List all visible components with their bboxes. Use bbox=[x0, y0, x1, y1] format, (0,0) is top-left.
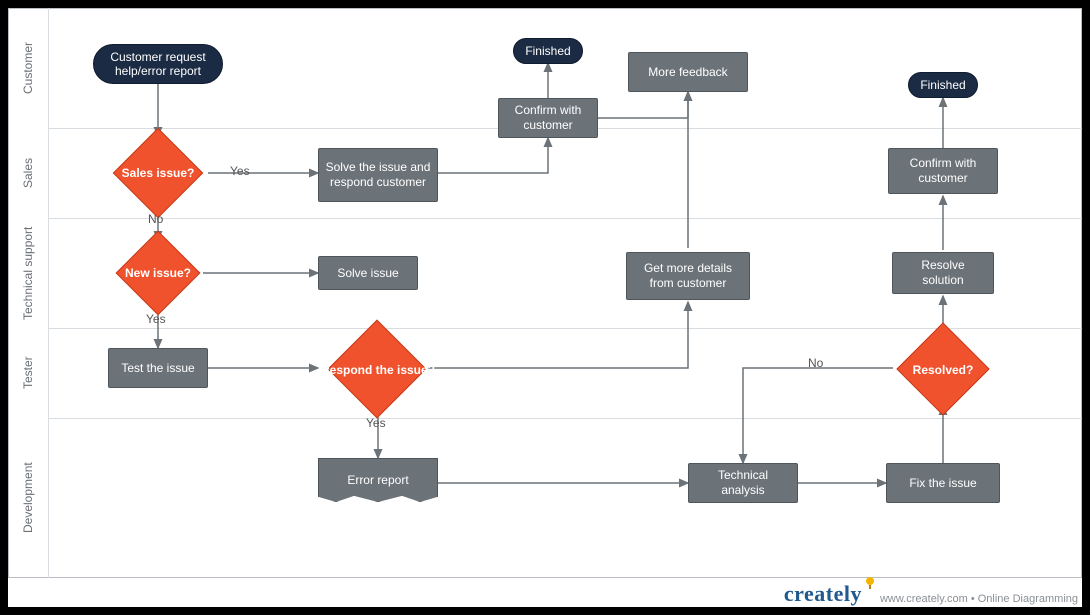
lane-sep-3 bbox=[48, 328, 1082, 329]
document-error-report: Error report bbox=[318, 458, 438, 502]
process-confirm2: Confirm with customer bbox=[888, 148, 998, 194]
footer: creately www.creately.com • Online Diagr… bbox=[8, 579, 1078, 605]
edge-label-yes2: Yes bbox=[146, 312, 166, 326]
brand-logo: creately bbox=[784, 583, 872, 605]
process-technical-analysis: Technical analysis bbox=[688, 463, 798, 503]
lane-label-tech-support: Technical support bbox=[8, 218, 48, 328]
decision-new-issue bbox=[116, 231, 201, 316]
process-more-feedback: More feedback bbox=[628, 52, 748, 92]
process-resolve-solution: Resolve solution bbox=[892, 252, 994, 294]
process-confirm1: Confirm with customer bbox=[498, 98, 598, 138]
lane-label-development: Development bbox=[8, 418, 48, 578]
diagram-canvas: Customer Sales Technical support Tester … bbox=[8, 8, 1082, 578]
footer-tagline: www.creately.com • Online Diagramming bbox=[880, 593, 1078, 605]
process-test-issue: Test the issue bbox=[108, 348, 208, 388]
lane-header-separator bbox=[48, 8, 49, 578]
process-solve-respond: Solve the issue and respond customer bbox=[318, 148, 438, 202]
decision-respond-issue bbox=[328, 320, 427, 419]
lane-label-customer: Customer bbox=[8, 8, 48, 128]
brand-text: creately bbox=[784, 581, 862, 606]
process-fix-issue: Fix the issue bbox=[886, 463, 1000, 503]
lane-sep-2 bbox=[48, 218, 1082, 219]
process-get-more: Get more details from customer bbox=[626, 252, 750, 300]
lane-label-tester: Tester bbox=[8, 328, 48, 418]
edge-label-yes3: Yes bbox=[366, 416, 386, 430]
decision-sales-issue bbox=[113, 128, 204, 219]
bulb-icon bbox=[866, 577, 874, 585]
decision-resolved bbox=[896, 322, 989, 415]
terminator-finished1: Finished bbox=[513, 38, 583, 64]
lane-label-sales: Sales bbox=[8, 128, 48, 218]
start-terminator: Customer request help/error report bbox=[93, 44, 223, 84]
edge-label-yes1: Yes bbox=[230, 164, 250, 178]
diagram-page: Customer Sales Technical support Tester … bbox=[8, 8, 1082, 607]
edge-label-no1: No bbox=[148, 212, 163, 226]
process-solve-issue: Solve issue bbox=[318, 256, 418, 290]
terminator-finished2: Finished bbox=[908, 72, 978, 98]
lane-sep-4 bbox=[48, 418, 1082, 419]
edge-label-no2: No bbox=[808, 356, 823, 370]
